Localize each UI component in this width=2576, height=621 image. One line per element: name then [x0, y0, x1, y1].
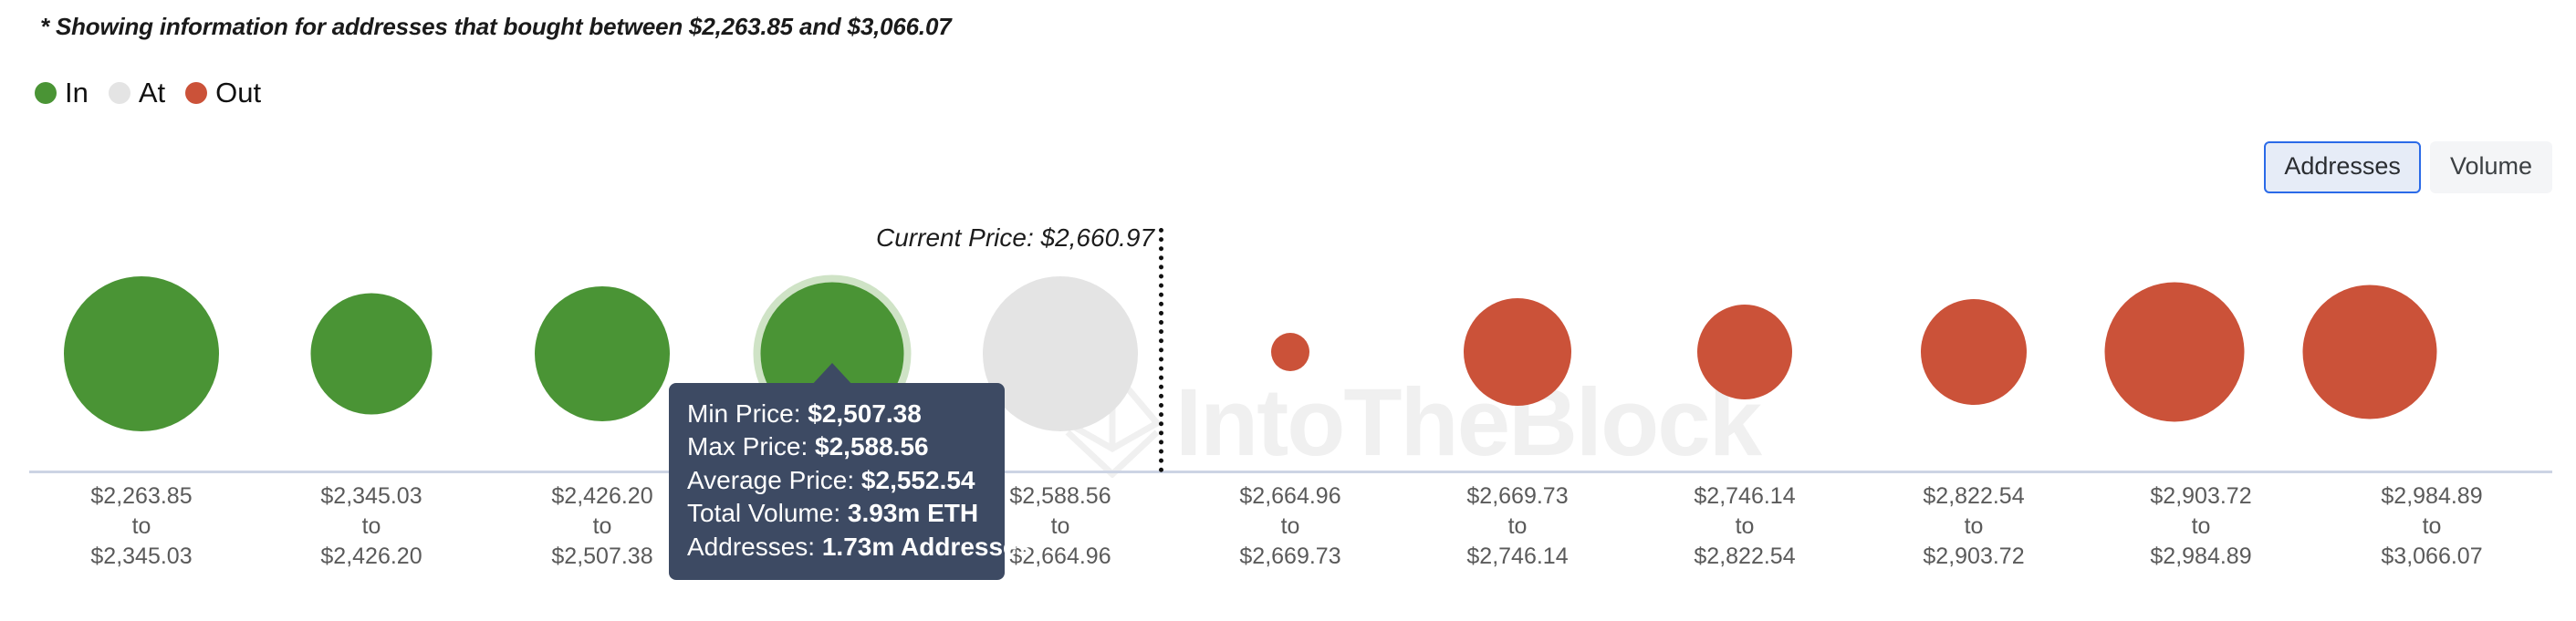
x-axis-label-line: $2,746.14	[1694, 483, 1796, 509]
x-axis-label-line: to	[361, 513, 381, 539]
tooltip-row: Max Price: $2,588.56	[687, 430, 986, 463]
x-axis-label-10: $2,903.72 to $2,984.89	[2150, 481, 2251, 572]
tooltip-row-label: Addresses:	[687, 532, 816, 561]
x-axis-label-line: $2,588.56	[1009, 483, 1111, 509]
plot-area: IntoTheBlock Current Price: $2,660.97 $2…	[0, 0, 2576, 621]
x-axis-label-line: $2,426.20	[320, 543, 422, 569]
x-axis-label-2: $2,345.03 to $2,426.20	[320, 481, 422, 572]
bubble-11-out[interactable]	[2302, 285, 2437, 419]
x-axis-label-line: to	[2422, 513, 2442, 539]
x-axis-label-9: $2,822.54 to $2,903.72	[1923, 481, 2024, 572]
bubble-6-out[interactable]	[1271, 333, 1309, 371]
chart-root: * Showing information for addresses that…	[0, 0, 2576, 621]
bubble-3-in[interactable]	[535, 286, 670, 421]
tooltip-row-value: 1.73m Addresses	[821, 532, 1032, 561]
x-axis-label-11: $2,984.89 to $3,066.07	[2381, 481, 2482, 572]
x-axis-label-line: to	[131, 513, 151, 539]
tooltip-row-value: $2,507.38	[808, 399, 922, 428]
x-axis-label-line: $3,066.07	[2381, 543, 2483, 569]
x-axis-label-1: $2,263.85 to $2,345.03	[90, 481, 192, 572]
tooltip-row: Total Volume: 3.93m ETH	[687, 497, 986, 530]
x-axis-label-line: $2,507.38	[551, 543, 653, 569]
x-axis-label-line: $2,822.54	[1923, 483, 2025, 509]
x-axis-label-line: $2,664.96	[1239, 483, 1341, 509]
tooltip-row: Average Price: $2,552.54	[687, 464, 986, 497]
watermark: IntoTheBlock	[1059, 363, 1807, 481]
x-axis-label-6: $2,664.96 to $2,669.73	[1239, 481, 1340, 572]
bubble-7-out[interactable]	[1464, 298, 1571, 406]
x-axis-line	[29, 471, 2552, 473]
bubble-8-out[interactable]	[1697, 305, 1792, 399]
x-axis-label-line: to	[2191, 513, 2211, 539]
x-axis-label-line: $2,746.14	[1466, 543, 1569, 569]
x-axis-label-8: $2,746.14 to $2,822.54	[1694, 481, 1795, 572]
x-axis-label-line: $2,822.54	[1694, 543, 1796, 569]
bubble-5-at[interactable]	[983, 276, 1138, 431]
x-axis-label-line: $2,426.20	[551, 483, 653, 509]
x-axis-label-line: to	[1280, 513, 1300, 539]
x-axis-label-line: $2,669.73	[1239, 543, 1341, 569]
bubble-10-out[interactable]	[2104, 282, 2245, 422]
x-axis-label-line: $2,984.89	[2381, 483, 2483, 509]
tooltip-row-label: Min Price:	[687, 399, 801, 428]
x-axis-label-line: $2,984.89	[2150, 543, 2252, 569]
tooltip-row-value: $2,588.56	[815, 432, 929, 461]
bubble-1-in[interactable]	[64, 276, 219, 431]
tooltip-row-value: 3.93m ETH	[847, 499, 979, 528]
bubble-2-in[interactable]	[310, 293, 433, 415]
x-axis-label-line: to	[1507, 513, 1528, 539]
x-axis-label-line: to	[592, 513, 612, 539]
x-axis-label-line: $2,345.03	[320, 483, 422, 509]
x-axis-label-line: $2,903.72	[2150, 483, 2252, 509]
x-axis-label-line: $2,345.03	[90, 543, 193, 569]
current-price-line	[1159, 228, 1163, 472]
x-axis-label-line: to	[1735, 513, 1755, 539]
tooltip-row-label: Average Price:	[687, 465, 855, 494]
x-axis-label-line: to	[1964, 513, 1984, 539]
tooltip-row: Min Price: $2,507.38	[687, 398, 986, 430]
watermark-text: IntoTheBlock	[1175, 368, 1762, 476]
x-axis-label-line: $2,263.85	[90, 483, 193, 509]
current-price-label: Current Price: $2,660.97	[876, 223, 1155, 252]
bubble-9-out[interactable]	[1921, 299, 2027, 405]
tooltip-row: Addresses: 1.73m Addresses	[687, 531, 1031, 564]
x-axis-label-3: $2,426.20 to $2,507.38	[551, 481, 652, 572]
x-axis-label-line: $2,669.73	[1466, 483, 1569, 509]
bubble-tooltip: Min Price: $2,507.38 Max Price: $2,588.56…	[669, 383, 1031, 580]
tooltip-row-value: $2,552.54	[860, 465, 975, 494]
x-axis-label-line: $2,903.72	[1923, 543, 2025, 569]
tooltip-row-label: Total Volume:	[687, 499, 841, 528]
tooltip-row-label: Max Price:	[687, 432, 808, 461]
x-axis-label-7: $2,669.73 to $2,746.14	[1466, 481, 1568, 572]
